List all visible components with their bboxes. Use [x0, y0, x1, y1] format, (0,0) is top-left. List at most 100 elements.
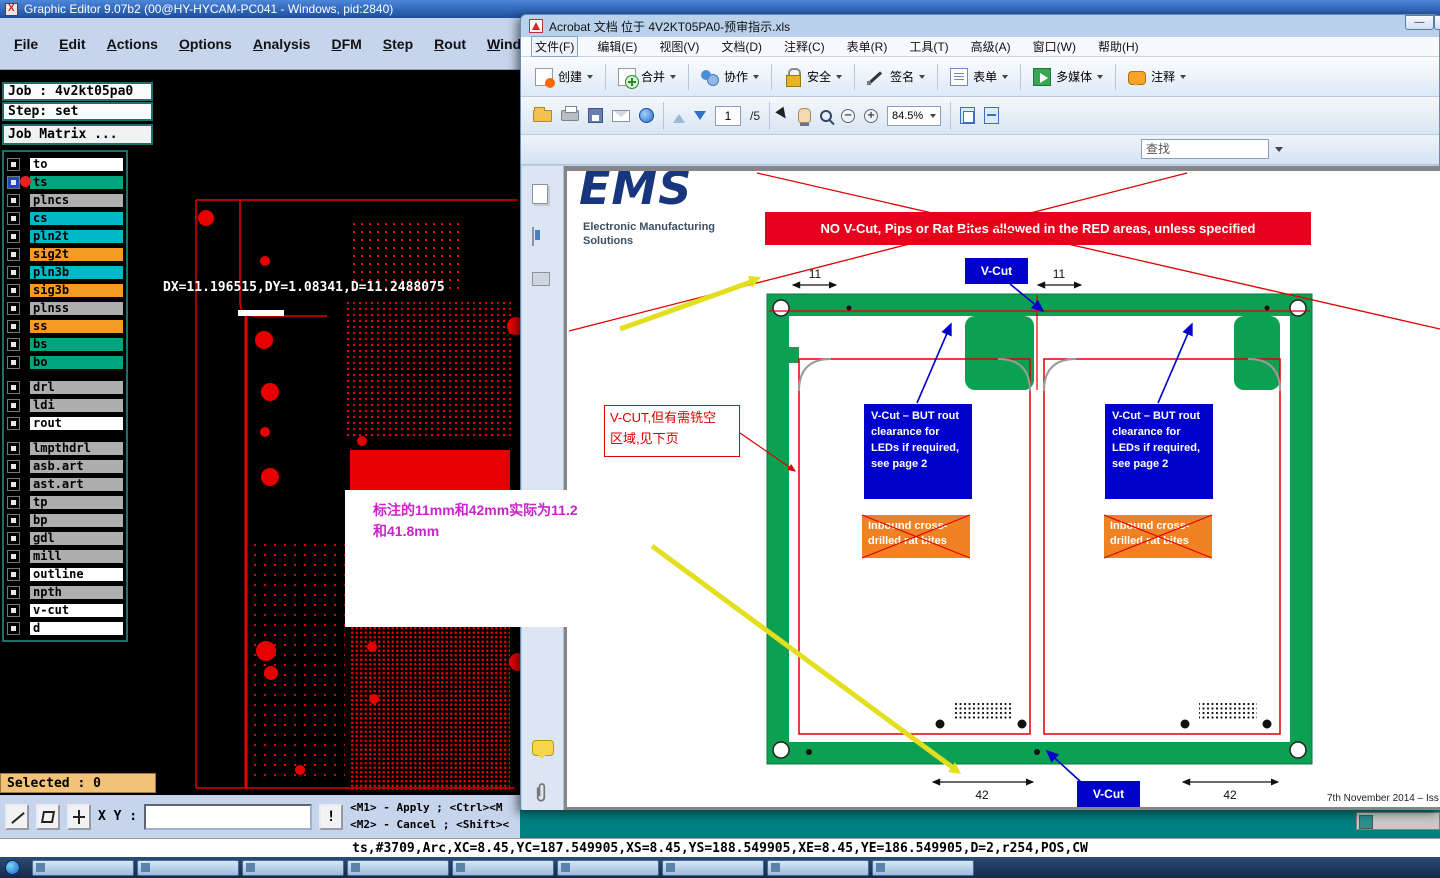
sign-button[interactable]: 签名: [861, 64, 931, 90]
horizontal-scrollbar[interactable]: [1356, 812, 1440, 830]
layer-row-mill[interactable]: mill: [6, 548, 124, 564]
job-matrix-button[interactable]: Job Matrix ...: [2, 124, 153, 145]
comment-button[interactable]: 注释: [1122, 64, 1192, 89]
taskbar-button[interactable]: [557, 859, 659, 876]
taskbar-button[interactable]: [662, 859, 764, 876]
layer-row-ss[interactable]: ss: [6, 318, 124, 334]
layer-row-bs[interactable]: bs: [6, 336, 124, 352]
layer-row-ldi[interactable]: ldi: [6, 397, 124, 413]
find-options-caret[interactable]: [1275, 147, 1283, 152]
layer-visibility-checkbox[interactable]: [7, 567, 20, 581]
taskbar-button[interactable]: [32, 859, 134, 876]
layer-row-d[interactable]: d: [6, 620, 124, 636]
layer-row-to[interactable]: to: [6, 156, 124, 172]
layer-visibility-checkbox[interactable]: [7, 175, 20, 189]
save-icon[interactable]: [588, 108, 603, 123]
menu-rout[interactable]: Rout: [434, 36, 466, 52]
layer-name[interactable]: lmpthdrl: [29, 440, 124, 456]
layer-name[interactable]: pln2t: [29, 228, 124, 244]
layer-visibility-checkbox[interactable]: [7, 398, 20, 412]
maximize-button[interactable]: [1434, 15, 1440, 30]
multimedia-button[interactable]: 多媒体: [1027, 64, 1109, 90]
layer-row-drl[interactable]: drl: [6, 379, 124, 395]
layer-visibility-checkbox[interactable]: [7, 157, 20, 171]
next-page-icon[interactable]: [694, 111, 706, 126]
layer-row-rout[interactable]: rout: [6, 415, 124, 431]
pdf-page[interactable]: EMS Electronic Manufacturing Solutions N…: [567, 171, 1440, 807]
layer-row-bp[interactable]: bp: [6, 512, 124, 528]
layer-name[interactable]: tp: [29, 494, 124, 510]
layer-row-pln2t[interactable]: pln2t: [6, 228, 124, 244]
taskbar-button[interactable]: [872, 859, 974, 876]
layer-visibility-checkbox[interactable]: [7, 603, 20, 617]
layer-name[interactable]: plncs: [29, 192, 124, 208]
fit-page-icon[interactable]: [984, 107, 1000, 124]
menu-options[interactable]: Options: [179, 36, 232, 52]
layer-name[interactable]: sig2t: [29, 246, 124, 262]
minimize-button[interactable]: —: [1405, 15, 1434, 30]
zoom-level-select[interactable]: 84.5%: [887, 105, 942, 126]
layer-row-v-cut[interactable]: v-cut: [6, 602, 124, 618]
menu-dfm[interactable]: DFM: [331, 36, 361, 52]
layer-name[interactable]: ldi: [29, 397, 124, 413]
acrobat-menu-5[interactable]: 注释(C): [781, 37, 828, 56]
acrobat-menu-6[interactable]: 表单(R): [844, 37, 891, 56]
layer-visibility-checkbox[interactable]: [7, 247, 20, 261]
layer-row-asb.art[interactable]: asb.art: [6, 458, 124, 474]
menu-step[interactable]: Step: [383, 36, 413, 52]
menu-analysis[interactable]: Analysis: [253, 36, 311, 52]
acrobat-menu-3[interactable]: 视图(V): [656, 37, 702, 56]
secure-button[interactable]: 安全: [778, 64, 848, 90]
signatures-icon[interactable]: [532, 272, 550, 286]
acrobat-menu-8[interactable]: 高级(A): [968, 37, 1014, 56]
layer-name[interactable]: bp: [29, 512, 124, 528]
open-icon[interactable]: [533, 106, 552, 122]
acrobat-titlebar[interactable]: Acrobat 文档 位于 4V2KT05PA0-预审指示.xls — ×: [521, 15, 1440, 37]
page-thumbnails-icon[interactable]: [532, 184, 548, 204]
acrobat-menu-4[interactable]: 文档(D): [718, 37, 765, 56]
layer-name[interactable]: asb.art: [29, 458, 124, 474]
acrobat-menu-7[interactable]: 工具(T): [906, 37, 951, 56]
layer-name[interactable]: bo: [29, 354, 124, 370]
taskbar-button[interactable]: [347, 859, 449, 876]
layer-name[interactable]: outline: [29, 566, 124, 582]
layer-row-pln3b[interactable]: pln3b: [6, 264, 124, 280]
layer-name[interactable]: to: [29, 156, 124, 172]
email-icon[interactable]: [612, 109, 630, 122]
layer-row-sig2t[interactable]: sig2t: [6, 246, 124, 262]
layer-visibility-checkbox[interactable]: [7, 211, 20, 225]
layer-visibility-checkbox[interactable]: [7, 283, 20, 297]
acrobat-menu-10[interactable]: 帮助(H): [1095, 37, 1142, 56]
layer-visibility-checkbox[interactable]: [7, 416, 20, 430]
layer-row-ts[interactable]: ts: [6, 174, 124, 190]
fit-width-icon[interactable]: [960, 107, 976, 124]
comments-icon[interactable]: [532, 740, 554, 759]
layer-visibility-checkbox[interactable]: [7, 459, 20, 473]
layer-name[interactable]: gdl: [29, 530, 124, 546]
layer-visibility-checkbox[interactable]: [7, 319, 20, 333]
menu-file[interactable]: File: [14, 36, 38, 52]
zoom-out-icon[interactable]: −: [841, 108, 856, 123]
layer-row-gdl[interactable]: gdl: [6, 530, 124, 546]
layer-row-cs[interactable]: cs: [6, 210, 124, 226]
layer-row-tp[interactable]: tp: [6, 494, 124, 510]
attachments-icon[interactable]: [532, 782, 550, 804]
layer-row-plncs[interactable]: plncs: [6, 192, 124, 208]
layer-visibility-checkbox[interactable]: [7, 477, 20, 491]
web-upload-icon[interactable]: [639, 108, 654, 123]
page-number-input[interactable]: [715, 105, 741, 126]
acrobat-menu-2[interactable]: 编辑(E): [594, 37, 640, 56]
acrobat-menu-1[interactable]: 文件(F): [531, 36, 579, 57]
layer-row-ast.art[interactable]: ast.art: [6, 476, 124, 492]
layer-row-plnss[interactable]: plnss: [6, 300, 124, 316]
layer-row-sig3b[interactable]: sig3b: [6, 282, 124, 298]
combine-button[interactable]: 合并: [612, 64, 682, 90]
menu-edit[interactable]: Edit: [59, 36, 85, 52]
forms-button[interactable]: 表单: [944, 64, 1014, 90]
layer-visibility-checkbox[interactable]: [7, 380, 20, 394]
xy-coordinate-input[interactable]: [144, 803, 313, 830]
layer-name[interactable]: v-cut: [29, 602, 124, 618]
taskbar-button[interactable]: [242, 859, 344, 876]
taskbar-button[interactable]: [452, 859, 554, 876]
create-button[interactable]: 创建: [529, 64, 599, 90]
